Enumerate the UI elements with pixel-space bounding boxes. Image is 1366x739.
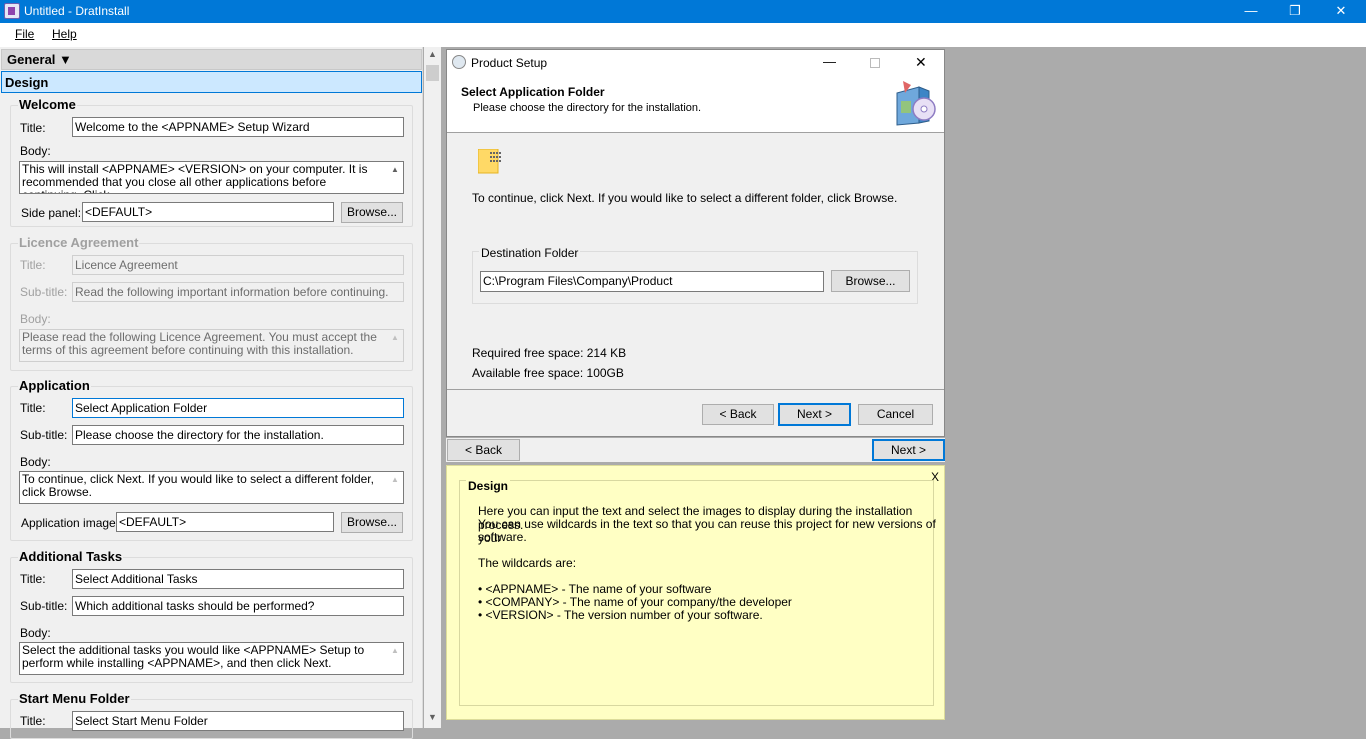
- required-space-text: Required free space: 214 KB: [472, 346, 627, 360]
- setup-body-text: To continue, click Next. If you would li…: [472, 191, 898, 205]
- menu-file[interactable]: File: [15, 27, 34, 41]
- welcome-sidepanel-input[interactable]: <DEFAULT>: [82, 202, 334, 222]
- welcome-body-text: This will install <APPNAME> <VERSION> on…: [22, 162, 368, 194]
- design-section-header[interactable]: Design: [1, 71, 422, 93]
- tasks-subtitle-label: Sub-title:: [20, 599, 68, 613]
- preview-back-button[interactable]: < Back: [447, 439, 520, 461]
- app-icon: [4, 3, 20, 19]
- licence-title-input[interactable]: Licence Agreement: [72, 255, 404, 275]
- welcome-body-label: Body:: [20, 144, 51, 158]
- close-button[interactable]: ✕: [1318, 0, 1364, 23]
- setup-preview-window: Product Setup — ✕ Select Application Fol…: [446, 49, 945, 437]
- application-image-label: Application image:: [21, 516, 120, 530]
- licence-subtitle-label: Sub-title:: [20, 285, 68, 299]
- setup-minimize-icon[interactable]: —: [823, 54, 836, 69]
- startmenu-title-label: Title:: [20, 714, 46, 728]
- minimize-button[interactable]: —: [1228, 0, 1274, 23]
- textarea-scroll-icon[interactable]: ▲▼: [388, 644, 402, 674]
- restore-button[interactable]: ❐: [1272, 0, 1318, 23]
- application-subtitle-label: Sub-title:: [20, 428, 68, 442]
- application-body-textarea[interactable]: To continue, click Next. If you would li…: [19, 471, 404, 504]
- setup-maximize-icon[interactable]: [870, 58, 880, 68]
- welcome-body-textarea[interactable]: This will install <APPNAME> <VERSION> on…: [19, 161, 404, 194]
- welcome-title-input[interactable]: Welcome to the <APPNAME> Setup Wizard: [72, 117, 404, 137]
- application-title-input[interactable]: Select Application Folder: [72, 398, 404, 418]
- scroll-down-icon[interactable]: ▼: [428, 712, 437, 722]
- setup-cancel-button[interactable]: Cancel: [858, 404, 933, 425]
- setup-header-title: Select Application Folder: [461, 85, 605, 99]
- help-panel: X Design Here you can input the text and…: [446, 465, 945, 720]
- application-image-input[interactable]: <DEFAULT>: [116, 512, 334, 532]
- startmenu-group-title: Start Menu Folder: [18, 691, 131, 706]
- setup-next-button[interactable]: Next >: [778, 403, 851, 426]
- application-body-text: To continue, click Next. If you would li…: [22, 472, 374, 499]
- setup-window-title: Product Setup: [471, 56, 548, 70]
- setup-header-subtitle: Please choose the directory for the inst…: [473, 102, 702, 114]
- startmenu-title-input[interactable]: Select Start Menu Folder: [72, 711, 404, 731]
- available-space-text: Available free space: 100GB: [472, 366, 624, 380]
- welcome-title-label: Title:: [20, 121, 46, 135]
- help-bullet-1: • <APPNAME> - The name of your software: [478, 582, 712, 596]
- setup-titlebar: Product Setup — ✕: [447, 50, 944, 75]
- application-title-label: Title:: [20, 401, 46, 415]
- menu-help[interactable]: Help: [52, 27, 77, 41]
- textarea-scroll-icon[interactable]: ▲▼: [388, 163, 402, 193]
- application-body-label: Body:: [20, 455, 51, 469]
- destination-path-input[interactable]: C:\Program Files\Company\Product: [480, 271, 824, 292]
- menu-bar: File Help: [0, 23, 1366, 47]
- licence-body-textarea[interactable]: Please read the following Licence Agreem…: [19, 329, 404, 362]
- title-bar: Untitled - DratInstall — ❐ ✕: [0, 0, 1366, 23]
- welcome-group-title: Welcome: [18, 97, 77, 112]
- textarea-scroll-icon[interactable]: ▲▼: [388, 331, 402, 361]
- help-title: Design: [466, 479, 511, 493]
- setup-browse-button[interactable]: Browse...: [831, 270, 910, 292]
- tasks-group-title: Additional Tasks: [18, 549, 124, 564]
- licence-body-label: Body:: [20, 312, 51, 326]
- textarea-scroll-icon[interactable]: ▲▼: [388, 473, 402, 503]
- application-subtitle-input[interactable]: Please choose the directory for the inst…: [72, 425, 404, 445]
- help-bullet-3: • <VERSION> - The version number of your…: [478, 608, 763, 622]
- help-bullet-2: • <COMPANY> - The name of your company/t…: [478, 595, 792, 609]
- welcome-browse-button[interactable]: Browse...: [341, 202, 403, 223]
- tasks-body-label: Body:: [20, 626, 51, 640]
- help-line-2: You can use wildcards in the text so tha…: [478, 517, 936, 545]
- setup-close-icon[interactable]: ✕: [915, 54, 927, 71]
- tasks-title-input[interactable]: Select Additional Tasks: [72, 569, 404, 589]
- tasks-body-textarea[interactable]: Select the additional tasks you would li…: [19, 642, 404, 675]
- tasks-title-label: Title:: [20, 572, 46, 586]
- welcome-sidepanel-label: Side panel:: [21, 206, 82, 220]
- folder-icon: [477, 148, 504, 175]
- help-line-3: software.: [478, 530, 527, 544]
- design-panel: General ▼ Design Welcome Title: Welcome …: [0, 47, 423, 739]
- tasks-subtitle-input[interactable]: Which additional tasks should be perform…: [72, 596, 404, 616]
- licence-title-label: Title:: [20, 258, 46, 272]
- setup-app-icon: [452, 55, 466, 69]
- general-section-header[interactable]: General ▼: [1, 49, 422, 70]
- licence-subtitle-input[interactable]: Read the following important information…: [72, 282, 404, 302]
- help-line-4: The wildcards are:: [478, 556, 577, 570]
- preview-nav-bar: < Back Next >: [446, 438, 945, 462]
- tasks-body-text: Select the additional tasks you would li…: [22, 643, 365, 670]
- setup-header: Select Application Folder Please choose …: [447, 75, 944, 133]
- scrollbar-thumb[interactable]: [426, 65, 439, 81]
- licence-body-text: Please read the following Licence Agreem…: [22, 330, 377, 357]
- application-group-title: Application: [18, 378, 91, 393]
- application-browse-button[interactable]: Browse...: [341, 512, 403, 533]
- preview-next-button[interactable]: Next >: [872, 439, 945, 461]
- installer-box-icon: [893, 79, 937, 127]
- licence-group-title: Licence Agreement: [18, 235, 140, 250]
- left-panel-scrollbar[interactable]: ▲ ▼: [424, 47, 441, 728]
- window-title: Untitled - DratInstall: [24, 4, 130, 18]
- setup-footer-divider: [447, 389, 944, 390]
- scroll-up-icon[interactable]: ▲: [428, 49, 437, 59]
- setup-back-button[interactable]: < Back: [702, 404, 774, 425]
- destination-folder-title: Destination Folder: [479, 246, 581, 260]
